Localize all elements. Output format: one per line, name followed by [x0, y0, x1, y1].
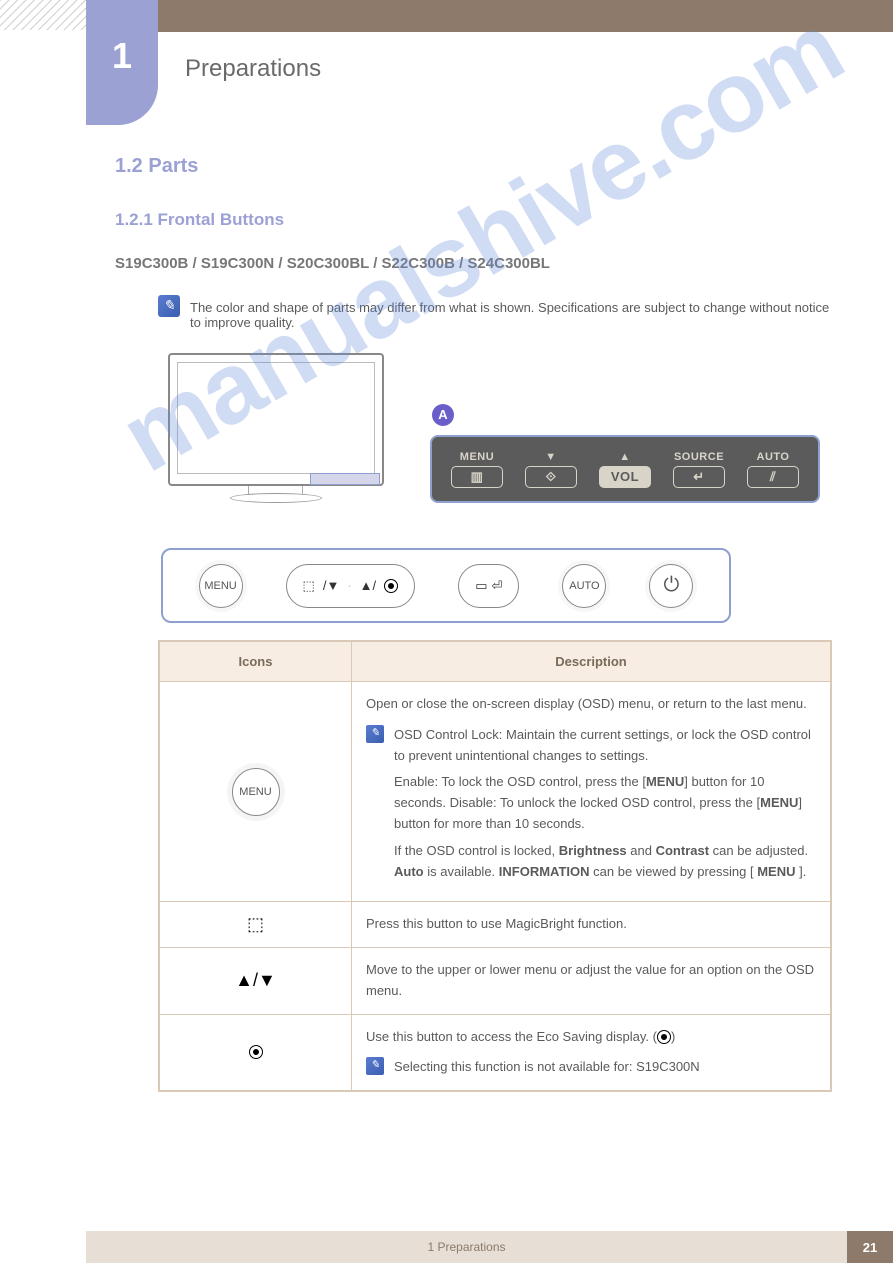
hatching-decoration	[0, 0, 86, 30]
osd-lock-note: OSD Control Lock: Maintain the current s…	[394, 725, 816, 767]
eco-dot-icon	[384, 579, 398, 593]
auto-button-round: AUTO	[562, 564, 606, 608]
bottom-button-panel-light: MENU ⬚/▼ · ▲/ ▭⏎ AUTO ⏻	[161, 548, 731, 623]
note-icon: ✎	[158, 295, 180, 317]
dark-menu-label: MENU	[460, 451, 494, 463]
dark-source-column: SOURCE ↵	[673, 451, 725, 488]
up-triangle-icon: ▲	[619, 451, 630, 463]
magicbright-icon: ⬚	[303, 578, 315, 594]
monitor-illustration	[168, 353, 386, 513]
enter-key-icon: ↵	[673, 466, 725, 488]
table-row: MENU Open or close the on-screen display…	[160, 682, 830, 902]
eco-dot-icon	[249, 1045, 263, 1059]
dark-auto-label: AUTO	[757, 451, 790, 463]
note-icon: ✎	[366, 1057, 384, 1075]
chapter-title: Preparations	[185, 55, 321, 83]
source-box-icon: ▭	[475, 578, 487, 594]
top-bar	[86, 0, 893, 32]
menu-button-round: MENU	[199, 564, 243, 608]
subsection-title: 1.2.1 Frontal Buttons	[115, 210, 284, 230]
dark-down-column: ▼ ⟐	[525, 451, 577, 488]
up-down-icon: ▲/▼	[235, 970, 276, 991]
source-pill: ▭⏎	[458, 564, 519, 608]
dark-source-label: SOURCE	[674, 451, 724, 463]
marker-a-badge: A	[432, 404, 454, 426]
osd-locked-text: If the OSD control is locked, Brightness…	[394, 841, 816, 883]
menu-button-icon: MENU	[232, 768, 280, 816]
auto-key-icon: ⫽	[747, 466, 799, 488]
nav-pill: ⬚/▼ · ▲/	[286, 564, 416, 608]
magicbright-icon: ⬚	[247, 914, 264, 935]
power-button-round: ⏻	[649, 564, 693, 608]
page-number: 21	[847, 1231, 893, 1263]
menu-key-icon: ▥	[451, 466, 503, 488]
table-header-desc: Description	[352, 642, 830, 681]
model-line: S19C300B / S19C300N / S20C300BL / S22C30…	[115, 255, 550, 272]
eco-dot-icon-inline	[657, 1030, 671, 1044]
power-icon: ⏻	[664, 574, 680, 597]
table-row: Use this button to access the Eco Saving…	[160, 1015, 830, 1091]
table-header-icons: Icons	[160, 642, 352, 681]
dark-up-column: ▲ VOL	[599, 451, 651, 488]
eco-desc: Use this button to access the Eco Saving…	[366, 1027, 816, 1048]
top-button-panel-dark: MENU ▥ ▼ ⟐ ▲ VOL SOURCE ↵ AUTO ⫽	[430, 435, 820, 503]
vol-key-icon: VOL	[599, 466, 651, 488]
magicbright-desc: Press this button to use MagicBright fun…	[352, 902, 830, 947]
brightness-key-icon: ⟐	[525, 466, 577, 488]
arrows-desc: Move to the upper or lower menu or adjus…	[352, 948, 830, 1014]
osd-enable-text: Enable: To lock the OSD control, press t…	[394, 772, 816, 834]
section-title: 1.2 Parts	[115, 155, 198, 178]
down-triangle-icon: ▼	[545, 451, 556, 463]
menu-desc-line: Open or close the on-screen display (OSD…	[366, 694, 816, 715]
footer-chapter-label: 1 Preparations	[86, 1240, 847, 1254]
note-text: The color and shape of parts may differ …	[190, 300, 830, 330]
buttons-table: Icons Description MENU Open or close the…	[158, 640, 832, 1092]
chapter-tab: 1	[86, 0, 158, 125]
table-row: ▲/▼ Move to the upper or lower menu or a…	[160, 948, 830, 1015]
dark-menu-column: MENU ▥	[451, 451, 503, 488]
note-icon: ✎	[366, 725, 384, 743]
dark-auto-column: AUTO ⫽	[747, 451, 799, 488]
table-row: ⬚ Press this button to use MagicBright f…	[160, 902, 830, 948]
eco-note: Selecting this function is not available…	[394, 1057, 700, 1078]
enter-icon: ⏎	[491, 578, 502, 594]
footer-bar: 1 Preparations	[86, 1231, 847, 1263]
